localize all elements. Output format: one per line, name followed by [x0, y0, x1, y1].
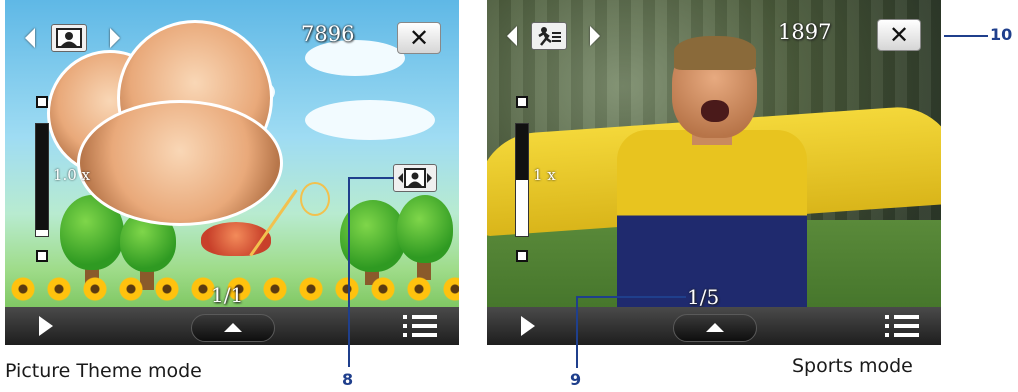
callout-line-10 — [944, 35, 988, 37]
zoom-out-cap[interactable] — [36, 250, 48, 262]
callout-number-9: 9 — [570, 370, 582, 389]
chevron-up-icon — [706, 323, 724, 332]
callout-number-8: 8 — [342, 370, 354, 389]
zoom-level-fill — [516, 124, 528, 180]
burst-page-indicator: 1/5 — [687, 285, 720, 309]
callout-line-8-vertical — [348, 177, 350, 367]
callout-line-9 — [576, 296, 686, 298]
play-icon[interactable] — [39, 316, 53, 336]
bottom-toolbar — [5, 307, 459, 345]
zoom-in-cap[interactable] — [516, 96, 528, 108]
next-mode-arrow[interactable] — [110, 28, 120, 48]
close-icon: ✕ — [408, 24, 430, 52]
zoom-level-label: 1 x — [533, 166, 556, 184]
close-icon: ✕ — [888, 21, 910, 49]
background-cloud — [305, 100, 435, 140]
zoom-bar[interactable] — [515, 123, 529, 237]
zoom-out-cap[interactable] — [516, 250, 528, 262]
play-icon[interactable] — [521, 316, 535, 336]
callout-number-10: 10 — [990, 25, 1013, 44]
up-button[interactable] — [191, 314, 275, 342]
menu-list-icon[interactable] — [403, 315, 437, 337]
picture-theme-screen: 7896 ✕ 1.0 x 1/1 — [5, 0, 459, 345]
runner-icon[interactable] — [531, 22, 567, 50]
callout-line-8 — [348, 177, 394, 179]
close-button[interactable]: ✕ — [877, 19, 921, 51]
previous-mode-arrow[interactable] — [507, 26, 517, 46]
callout-line-9-vertical — [576, 296, 578, 368]
template-page-indicator: 1/1 — [211, 283, 244, 307]
sports-screen: 1897 ✕ 1 x 1/5 — [487, 0, 941, 345]
portrait-frame-icon[interactable] — [51, 24, 87, 52]
menu-list-icon[interactable] — [885, 315, 919, 337]
template-select-button[interactable] — [393, 164, 437, 192]
zoom-level-label: 1.0 x — [53, 166, 91, 184]
portrait-frame-arrows-icon — [398, 168, 432, 188]
caption-sports: Sports mode — [792, 355, 913, 377]
shots-remaining-counter: 1897 — [778, 20, 832, 44]
tree — [397, 195, 453, 263]
bottom-toolbar — [487, 307, 941, 345]
up-button[interactable] — [673, 314, 757, 342]
chevron-up-icon — [224, 323, 242, 332]
zoom-bar[interactable] — [35, 123, 49, 237]
caption-picture-theme: Picture Theme mode — [5, 360, 202, 382]
zoom-in-cap[interactable] — [36, 96, 48, 108]
next-mode-arrow[interactable] — [590, 26, 600, 46]
close-button[interactable]: ✕ — [397, 22, 441, 54]
shots-remaining-counter: 7896 — [301, 22, 355, 46]
zoom-level-fill — [36, 124, 48, 231]
previous-mode-arrow[interactable] — [25, 28, 35, 48]
